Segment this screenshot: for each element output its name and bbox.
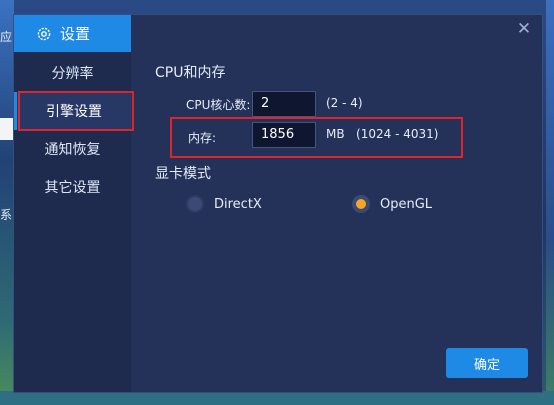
close-icon[interactable]: ✕	[516, 21, 532, 38]
sidebar-item-label: 分辨率	[51, 66, 94, 82]
sidebar-item-notification[interactable]: 通知恢复	[14, 130, 131, 168]
opengl-radio[interactable]: OpenGL	[352, 195, 432, 213]
radio-checked-icon	[352, 195, 370, 213]
sidebar-item-label: 通知恢复	[44, 142, 101, 158]
memory-unit-range: MB (1024 - 4031)	[326, 127, 439, 141]
sidebar-item-label: 其它设置	[44, 180, 101, 196]
settings-sidebar: 设置 分辨率 引擎设置 通知恢复 其它设置	[14, 15, 131, 392]
background-right-edge	[546, 0, 554, 405]
settings-dialog: 设置 分辨率 引擎设置 通知恢复 其它设置 ✕ CPU和内存 CPU核心数: 2…	[13, 14, 543, 393]
cpu-cores-input[interactable]: 2	[252, 91, 316, 117]
background-gear-icon	[0, 118, 14, 140]
confirm-button[interactable]: 确定	[446, 348, 528, 378]
gpu-mode-section-title: 显卡模式	[155, 166, 211, 182]
background-edge-text: 应	[0, 30, 13, 44]
radio-label: DirectX	[214, 196, 262, 212]
sidebar-header: 设置	[14, 15, 131, 52]
gear-icon	[36, 26, 52, 42]
radio-unchecked-icon	[186, 195, 204, 213]
sidebar-nav: 分辨率 引擎设置 通知恢复 其它设置	[14, 54, 131, 206]
memory-input[interactable]: 1856	[252, 122, 316, 148]
cpu-cores-range: (2 - 4)	[326, 96, 363, 110]
radio-label: OpenGL	[380, 196, 433, 212]
sidebar-item-other[interactable]: 其它设置	[14, 168, 131, 206]
background-edge-text: 系	[0, 208, 13, 222]
sidebar-item-resolution[interactable]: 分辨率	[14, 54, 131, 92]
sidebar-item-engine[interactable]: 引擎设置	[14, 92, 131, 130]
background-taskbar	[0, 391, 554, 405]
sidebar-item-label: 引擎设置	[46, 104, 102, 120]
background-left-edge	[0, 0, 14, 405]
cpu-cores-label: CPU核心数:	[186, 98, 251, 112]
settings-title: 设置	[60, 25, 91, 43]
directx-radio[interactable]: DirectX	[186, 195, 262, 213]
memory-label: 内存:	[188, 131, 217, 145]
cpu-memory-section-title: CPU和内存	[155, 65, 226, 81]
settings-content: ✕ CPU和内存 CPU核心数: 2 (2 - 4) 内存: 1856 MB (…	[131, 15, 542, 392]
